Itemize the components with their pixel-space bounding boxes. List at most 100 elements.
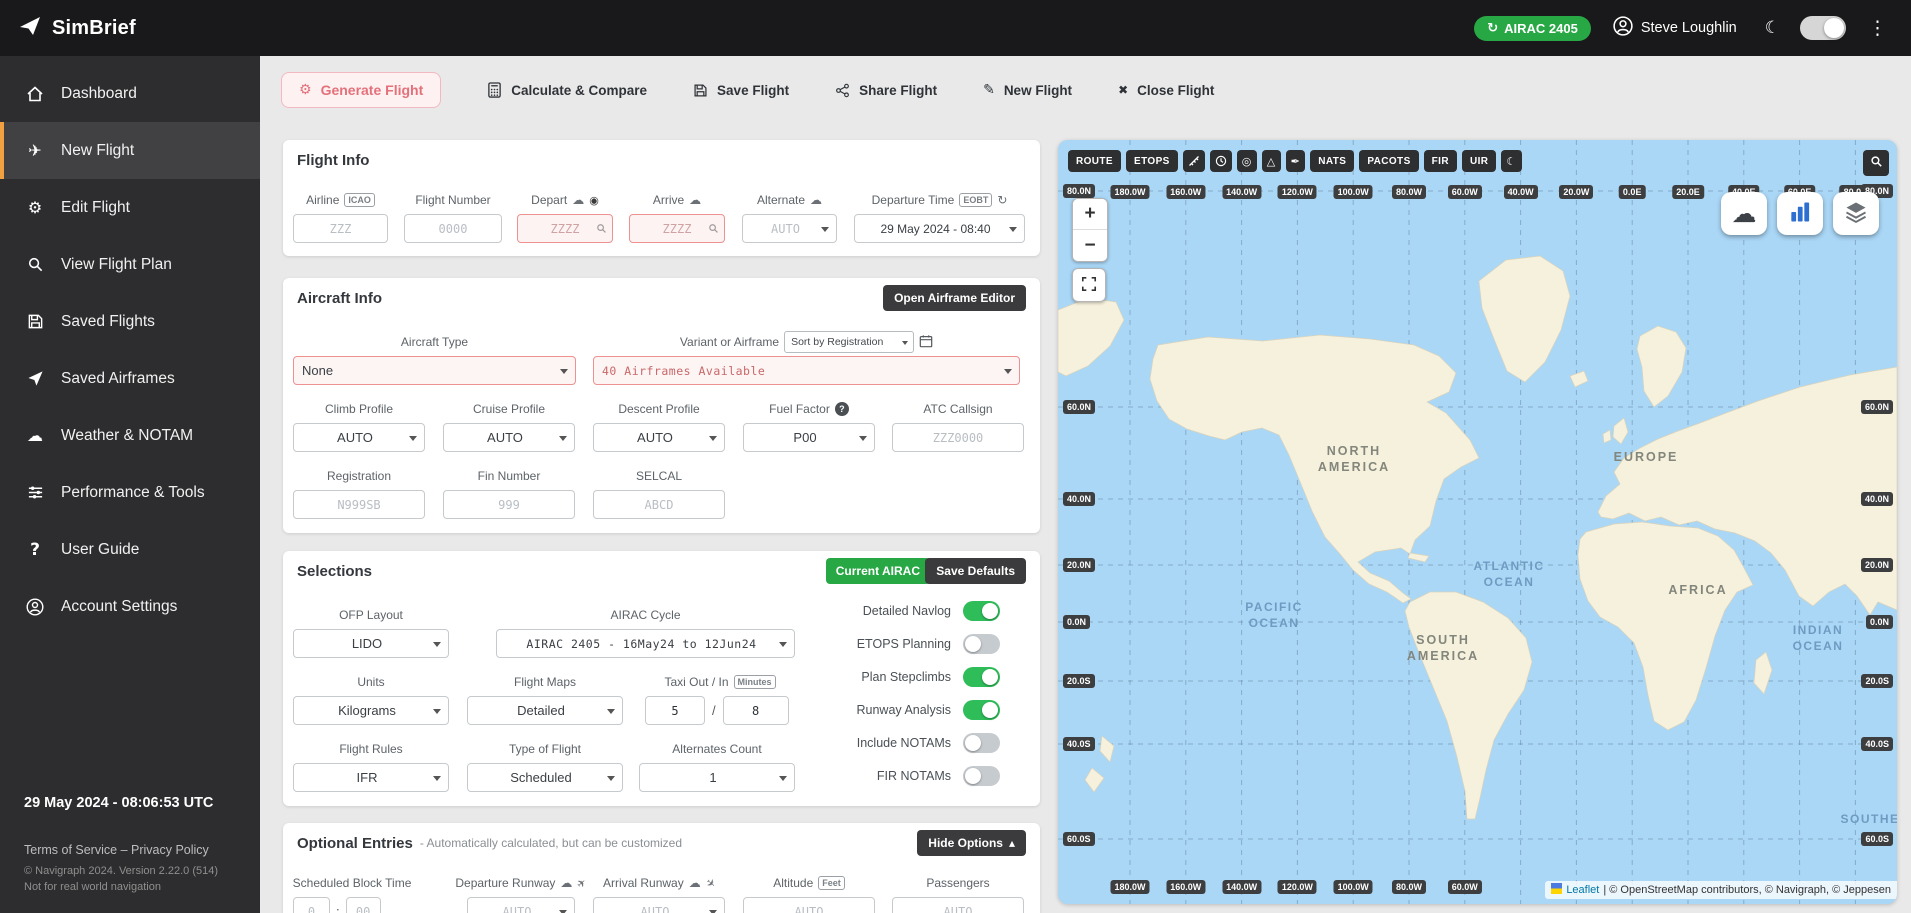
privacy-link[interactable]: Privacy Policy xyxy=(131,843,209,857)
taxi-out-input[interactable] xyxy=(645,696,705,725)
sidebar-item-saved-flights[interactable]: Saved Flights xyxy=(0,293,260,350)
weather-icon[interactable]: ☁ xyxy=(572,193,584,207)
passengers-input[interactable] xyxy=(892,897,1024,913)
user-menu[interactable]: Steve Loughlin xyxy=(1613,16,1737,40)
fin-number-input[interactable] xyxy=(443,490,575,519)
zoom-in-button[interactable]: + xyxy=(1073,199,1107,230)
alternates-count-select[interactable]: 1 xyxy=(639,763,795,792)
calendar-icon[interactable] xyxy=(919,334,933,351)
runway-analysis-toggle[interactable] xyxy=(963,700,1000,720)
etops-planning-toggle[interactable] xyxy=(963,634,1000,654)
takeoff-icon[interactable]: ✈ xyxy=(574,875,589,891)
ofp-layout-select[interactable]: LIDO xyxy=(293,629,449,658)
fullscreen-button[interactable] xyxy=(1072,268,1106,302)
taxi-in-input[interactable] xyxy=(722,696,789,725)
selcal-input[interactable] xyxy=(593,490,725,519)
departure-runway-select[interactable]: AUTO xyxy=(467,897,575,913)
sidebar-item-performance-tools[interactable]: Performance & Tools xyxy=(0,464,260,521)
sidebar-item-view-flight-plan[interactable]: View Flight Plan xyxy=(0,236,260,293)
atc-callsign-input[interactable] xyxy=(892,423,1024,452)
alternates-count-field: Alternates Count 1 xyxy=(639,741,795,792)
flight-maps-select[interactable]: Detailed xyxy=(467,696,623,725)
magnifier-icon xyxy=(24,256,46,273)
sidebar-item-user-guide[interactable]: ? User Guide xyxy=(0,521,260,578)
night-overlay-button[interactable]: ☾ xyxy=(1501,150,1522,172)
include-notams-toggle[interactable] xyxy=(963,733,1000,753)
measure-icon-button[interactable] xyxy=(1182,150,1205,172)
nats-button[interactable]: NATS xyxy=(1310,150,1355,172)
arrival-runway-select[interactable]: AUTO xyxy=(593,897,725,913)
sidebar-item-dashboard[interactable]: Dashboard xyxy=(0,65,260,122)
refresh-icon[interactable]: ↻ xyxy=(997,193,1007,207)
landing-icon[interactable]: ✈ xyxy=(703,875,718,891)
type-of-flight-select[interactable]: Scheduled xyxy=(467,763,623,792)
sidebar-item-weather-notam[interactable]: ☁ Weather & NOTAM xyxy=(0,407,260,464)
terms-link[interactable]: Terms of Service xyxy=(24,843,117,857)
draw-button[interactable]: ✒ xyxy=(1285,150,1306,172)
airport-search-icon[interactable] xyxy=(708,221,719,239)
pacots-button[interactable]: PACOTS xyxy=(1359,150,1419,172)
leaflet-link[interactable]: Leaflet xyxy=(1566,884,1599,896)
airframe-select[interactable]: 40 Airframes Available xyxy=(593,356,1020,385)
help-icon[interactable]: ? xyxy=(834,402,849,416)
plan-stepclimbs-toggle[interactable] xyxy=(963,667,1000,687)
weather-icon[interactable]: ☁ xyxy=(689,193,701,207)
registration-input[interactable] xyxy=(293,490,425,519)
save-defaults-button[interactable]: Save Defaults xyxy=(925,558,1026,584)
fuel-factor-select[interactable]: P00 xyxy=(743,423,875,452)
block-minutes-input[interactable] xyxy=(345,897,381,913)
airac-badge[interactable]: ↻ AIRAC 2405 xyxy=(1474,15,1591,41)
departure-time-select[interactable]: 29 May 2024 - 08:40 xyxy=(854,214,1025,243)
weather-icon[interactable]: ☁ xyxy=(560,876,572,890)
app-logo[interactable]: SimBrief xyxy=(18,14,136,43)
airport-search-icon[interactable] xyxy=(596,221,607,239)
alternate-select[interactable]: AUTO xyxy=(742,214,837,243)
charts-layer-button[interactable] xyxy=(1777,192,1823,235)
altitude-input[interactable] xyxy=(743,897,875,913)
close-flight-button[interactable]: ✖ Close Flight xyxy=(1118,83,1214,98)
weather-layer-button[interactable]: ☁ xyxy=(1721,192,1767,235)
airac-cycle-select[interactable]: AIRAC 2405 - 16May24 to 12Jun24 xyxy=(496,629,795,658)
sidebar-item-account-settings[interactable]: Account Settings xyxy=(0,578,260,635)
route-button[interactable]: ROUTE xyxy=(1068,150,1121,172)
flight-rules-select[interactable]: IFR xyxy=(293,763,449,792)
clock-icon-button[interactable] xyxy=(1209,150,1232,172)
map-search-button[interactable] xyxy=(1863,150,1889,176)
theme-toggle[interactable] xyxy=(1800,16,1846,40)
layers-icon[interactable] xyxy=(1833,192,1879,235)
block-hours-input[interactable] xyxy=(293,897,330,913)
weather-icon[interactable]: ☁ xyxy=(689,876,701,890)
sidebar-item-edit-flight[interactable]: ⚙ Edit Flight xyxy=(0,179,260,236)
etops-button[interactable]: ETOPS xyxy=(1126,150,1178,172)
world-map[interactable] xyxy=(1058,140,1897,904)
uir-button[interactable]: UIR xyxy=(1461,150,1497,172)
dark-mode-icon[interactable]: ☾ xyxy=(1759,17,1786,39)
descent-profile-select[interactable]: AUTO xyxy=(593,423,725,452)
open-airframe-editor-button[interactable]: Open Airframe Editor xyxy=(883,285,1026,311)
flight-number-input[interactable] xyxy=(404,214,502,243)
fir-notams-toggle[interactable] xyxy=(963,766,1000,786)
overflow-menu-icon[interactable]: ⋮ xyxy=(1862,16,1893,40)
detailed-navlog-toggle[interactable] xyxy=(963,601,1000,621)
range-rings-button[interactable]: ◎ xyxy=(1236,150,1257,172)
aircraft-type-select[interactable]: None xyxy=(293,356,576,385)
units-select[interactable]: Kilograms xyxy=(293,696,449,725)
airframe-sort-select[interactable]: Sort by Registration xyxy=(784,331,915,353)
airline-input[interactable] xyxy=(293,214,388,243)
save-flight-button[interactable]: Save Flight xyxy=(693,83,789,98)
calculate-compare-button[interactable]: Calculate & Compare xyxy=(487,82,647,98)
new-flight-button[interactable]: ✎ New Flight xyxy=(983,82,1072,98)
climb-profile-select[interactable]: AUTO xyxy=(293,423,425,452)
cruise-profile-select[interactable]: AUTO xyxy=(443,423,575,452)
share-flight-button[interactable]: Share Flight xyxy=(835,83,937,98)
hazards-button[interactable]: △ xyxy=(1261,150,1281,172)
generate-flight-button[interactable]: ⚙ Generate Flight xyxy=(281,72,442,108)
fir-button[interactable]: FIR xyxy=(1423,150,1457,172)
sidebar-item-new-flight[interactable]: ✈ New Flight xyxy=(0,122,260,179)
hide-options-button[interactable]: Hide Options ▴ xyxy=(917,830,1026,856)
metar-icon[interactable]: ◉ xyxy=(589,194,599,207)
sidebar-item-saved-airframes[interactable]: Saved Airframes xyxy=(0,350,260,407)
zoom-out-button[interactable]: − xyxy=(1073,230,1107,261)
weather-icon[interactable]: ☁ xyxy=(810,193,822,207)
current-airac-badge[interactable]: Current AIRAC xyxy=(825,558,930,584)
